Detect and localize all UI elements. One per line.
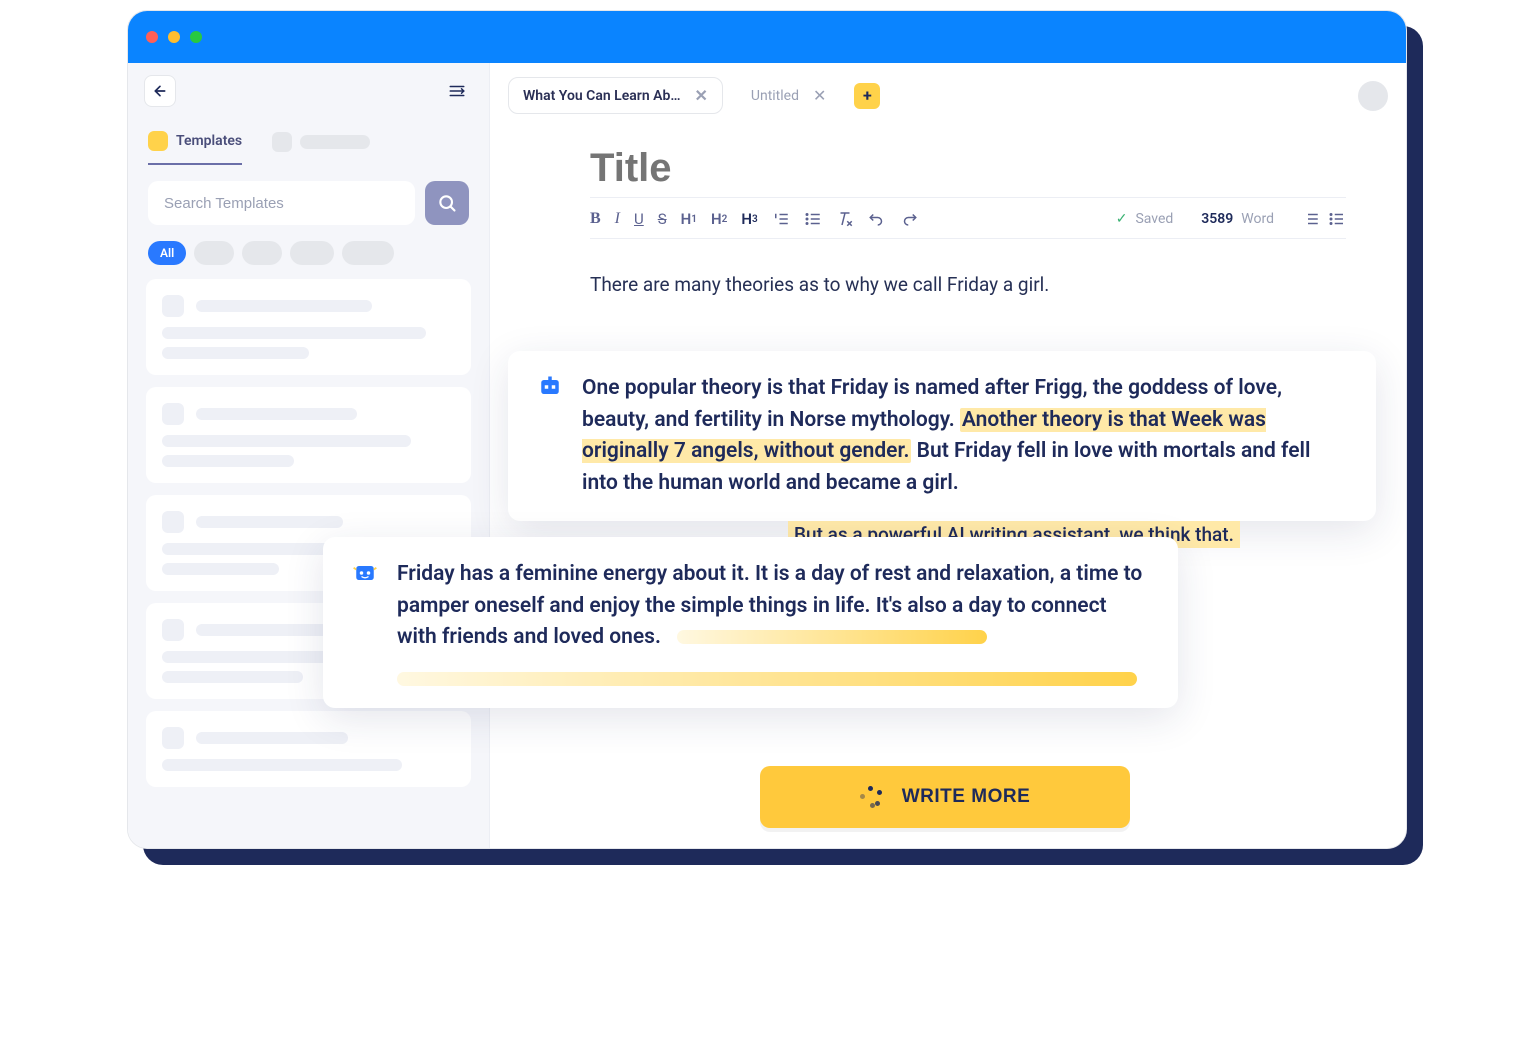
bold-button[interactable]: B <box>590 210 601 228</box>
back-button[interactable] <box>144 75 176 107</box>
document-title-input[interactable] <box>590 146 1346 198</box>
document-tab[interactable]: Untitled ✕ <box>737 78 841 113</box>
redo-icon <box>900 210 918 228</box>
ordered-list-button[interactable] <box>772 210 790 228</box>
clear-format-button[interactable] <box>836 210 854 228</box>
template-list <box>128 279 489 787</box>
strikethrough-button[interactable]: S <box>658 210 667 228</box>
search-button[interactable] <box>425 181 469 225</box>
outline-icon <box>1328 210 1346 228</box>
tab-templates-label: Templates <box>176 133 242 149</box>
generating-placeholder-line <box>397 672 1137 686</box>
arrow-left-icon <box>152 83 168 99</box>
ai-suggestion-card-2: Friday has a feminine energy about it. I… <box>323 537 1178 708</box>
h2-button[interactable]: H2 <box>711 210 727 228</box>
h1-button[interactable]: H1 <box>681 210 697 228</box>
tab-secondary[interactable] <box>272 120 370 164</box>
close-tab-button[interactable]: ✕ <box>694 86 707 105</box>
secondary-tab-icon <box>272 132 292 152</box>
list-icon <box>1302 210 1320 228</box>
collapse-sidebar-button[interactable] <box>441 75 473 107</box>
write-more-label: WRITE MORE <box>902 786 1031 808</box>
filter-chip-all[interactable]: All <box>148 241 186 265</box>
undo-button[interactable] <box>868 210 886 228</box>
italic-button[interactable]: I <box>615 210 620 228</box>
template-card[interactable] <box>146 279 471 375</box>
ai-suggestion-text: One popular theory is that Friday is nam… <box>582 373 1348 499</box>
bot-icon <box>536 373 564 401</box>
document-body-text[interactable]: There are many theories as to why we cal… <box>590 239 1346 300</box>
bot-icon <box>351 559 379 587</box>
user-avatar[interactable] <box>1358 81 1388 111</box>
editor-toolbar: B I U S H1 H2 H3 ✓ Sa <box>590 210 1346 239</box>
secondary-tab-label-placeholder <box>300 135 370 149</box>
ai-suggestion-card-1: One popular theory is that Friday is nam… <box>508 351 1376 521</box>
unordered-list-button[interactable] <box>804 210 822 228</box>
redo-button[interactable] <box>900 210 918 228</box>
write-more-button[interactable]: WRITE MORE <box>760 766 1130 828</box>
clear-format-icon <box>836 210 854 228</box>
filter-chip[interactable] <box>290 241 334 265</box>
sidebar-toggle-icon <box>448 82 466 100</box>
filter-chip[interactable] <box>242 241 282 265</box>
filter-chip[interactable] <box>342 241 394 265</box>
maximize-window-button[interactable] <box>190 31 202 43</box>
document-tab-label: What You Can Learn Ab… <box>523 88 680 104</box>
minimize-window-button[interactable] <box>168 31 180 43</box>
generating-placeholder-line <box>677 630 987 644</box>
template-card[interactable] <box>146 711 471 787</box>
template-card[interactable] <box>146 387 471 483</box>
document-tab-active[interactable]: What You Can Learn Ab… ✕ <box>508 77 723 114</box>
app-window: Templates All <box>127 10 1407 849</box>
templates-icon <box>148 131 168 151</box>
underline-button[interactable]: U <box>634 210 644 228</box>
sidebar: Templates All <box>128 63 490 848</box>
loading-spinner-icon <box>860 786 882 808</box>
h3-button[interactable]: H3 <box>741 210 757 228</box>
undo-icon <box>868 210 886 228</box>
document-tab-label: Untitled <box>751 88 799 104</box>
unordered-list-icon <box>804 210 822 228</box>
close-tab-button[interactable]: ✕ <box>813 86 826 105</box>
ordered-list-icon <box>772 210 790 228</box>
word-count-value: 3589 <box>1201 211 1233 227</box>
tab-templates[interactable]: Templates <box>148 119 242 165</box>
word-count-label: Word <box>1241 211 1274 227</box>
ai-suggestion-text: Friday has a feminine energy about it. I… <box>397 559 1150 686</box>
outline-view-button[interactable] <box>1328 210 1346 228</box>
plus-icon: + <box>863 86 872 105</box>
search-input[interactable] <box>148 181 415 225</box>
new-tab-button[interactable]: + <box>854 83 880 109</box>
list-view-button[interactable] <box>1302 210 1320 228</box>
search-icon <box>437 193 457 213</box>
filter-chip[interactable] <box>194 241 234 265</box>
close-window-button[interactable] <box>146 31 158 43</box>
saved-check-icon: ✓ <box>1116 211 1128 227</box>
saved-label: Saved <box>1135 211 1173 227</box>
title-bar <box>128 11 1406 63</box>
